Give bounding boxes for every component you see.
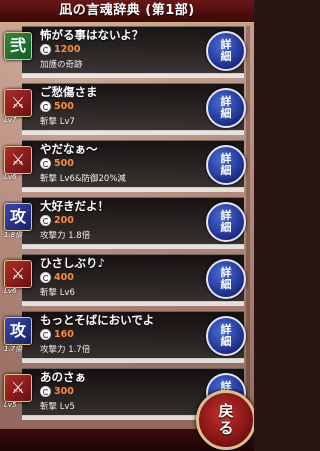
cost-value: 500 <box>54 101 74 112</box>
attack-up-icon: 攻 <box>4 317 32 345</box>
currency-icon <box>40 272 51 283</box>
phrase-name: あのさぁ <box>40 370 86 384</box>
phrase-cost: 200 <box>40 215 74 226</box>
phrase-effect: 攻撃力 1.8倍 <box>40 231 91 241</box>
emblem-glyph: 弐 <box>9 36 26 55</box>
emblem-glyph: ⚔ <box>10 93 26 112</box>
emblem-glyph: ⚔ <box>10 264 26 283</box>
crossed-swords-icon: ⚔ <box>4 89 32 117</box>
list-item[interactable]: 攻 1.7倍 もっとそばにおいでよ 160 攻撃力 1.7倍 詳細 <box>0 311 254 363</box>
phrase-cost: 1200 <box>40 44 80 55</box>
emblem-glyph: ⚔ <box>10 378 26 397</box>
crossed-swords-icon: ⚔ <box>4 146 32 174</box>
phrase-effect: 斬撃 Lv5 <box>40 402 75 412</box>
emblem-level: 1.7倍 <box>4 345 23 353</box>
cost-value: 400 <box>54 272 74 283</box>
list-item[interactable]: ⚔ Lv7 ご愁傷さま 500 斬撃 Lv7 詳細 <box>0 83 254 135</box>
phrase-name: もっとそばにおいでよ <box>40 313 155 327</box>
cost-value: 500 <box>54 158 74 169</box>
page-title: 凪の言魂辞典 (第1部) <box>0 0 254 23</box>
phrase-cost: 500 <box>40 158 74 169</box>
phrase-cost: 400 <box>40 272 74 283</box>
cost-value: 160 <box>54 329 74 340</box>
crossed-swords-icon: ⚔ <box>4 260 32 288</box>
emblem-level: Lv6 <box>4 287 17 295</box>
crossed-swords-icon: ⚔ <box>4 374 32 402</box>
phrase-effect: 攻撃力 1.7倍 <box>40 345 91 355</box>
emblem-level: Lv7 <box>4 116 17 124</box>
emblem-glyph: ⚔ <box>10 150 26 169</box>
back-button[interactable]: 戻る <box>196 390 254 450</box>
phrase-name: ひさしぶり♪ <box>40 256 105 270</box>
phrase-cost: 300 <box>40 386 74 397</box>
detail-button[interactable]: 詳細 <box>206 259 246 299</box>
emblem-level: 1.8倍 <box>4 231 23 239</box>
list-item[interactable]: 攻 1.8倍 大好きだよ！ 200 攻撃力 1.8倍 詳細 <box>0 197 254 249</box>
attack-up-icon: 攻 <box>4 203 32 231</box>
currency-icon <box>40 386 51 397</box>
phrase-name: 怖がる事はないよ？ <box>40 28 144 42</box>
phrase-name: 大好きだよ！ <box>40 199 109 213</box>
list-item[interactable]: 弐怖がる事はないよ？ 1200 加護の奇跡 詳細 <box>0 26 254 78</box>
detail-button[interactable]: 詳細 <box>206 31 246 71</box>
currency-icon <box>40 158 51 169</box>
list-item[interactable]: ⚔ Lv6 やだなぁ～ 500 斬撃 Lv6&防御20%減 詳細 <box>0 140 254 192</box>
cost-value: 1200 <box>54 44 81 55</box>
detail-button[interactable]: 詳細 <box>206 145 246 185</box>
phrase-effect: 斬撃 Lv7 <box>40 117 75 127</box>
currency-icon <box>40 44 51 55</box>
currency-icon <box>40 101 51 112</box>
phrase-cost: 500 <box>40 101 74 112</box>
pentagram-icon: 弐 <box>4 32 32 60</box>
phrase-effect: 加護の奇跡 <box>40 60 83 70</box>
phrase-cost: 160 <box>40 329 74 340</box>
phrase-effect: 斬撃 Lv6&防御20%減 <box>40 174 126 184</box>
cost-value: 200 <box>54 215 74 226</box>
detail-button[interactable]: 詳細 <box>206 316 246 356</box>
list-item[interactable]: ⚔ Lv6 ひさしぶり♪ 400 斬撃 Lv6 詳細 <box>0 254 254 306</box>
emblem-level: Lv5 <box>4 401 17 409</box>
detail-button[interactable]: 詳細 <box>206 88 246 128</box>
dictionary-screen: 凪の言魂辞典 (第1部) 弐怖がる事はないよ？ 1200 加護の奇跡詳細 ⚔ Lv7 ご愁… <box>0 0 254 451</box>
detail-button[interactable]: 詳細 <box>206 202 246 242</box>
phrase-effect: 斬撃 Lv6 <box>40 288 75 298</box>
currency-icon <box>40 329 51 340</box>
currency-icon <box>40 215 51 226</box>
emblem-level: Lv6 <box>4 173 17 181</box>
emblem-glyph: 攻 <box>9 321 26 340</box>
cost-value: 300 <box>54 386 74 397</box>
phrase-name: やだなぁ～ <box>40 142 98 156</box>
phrase-name: ご愁傷さま <box>40 85 98 99</box>
emblem-glyph: 攻 <box>9 207 26 226</box>
